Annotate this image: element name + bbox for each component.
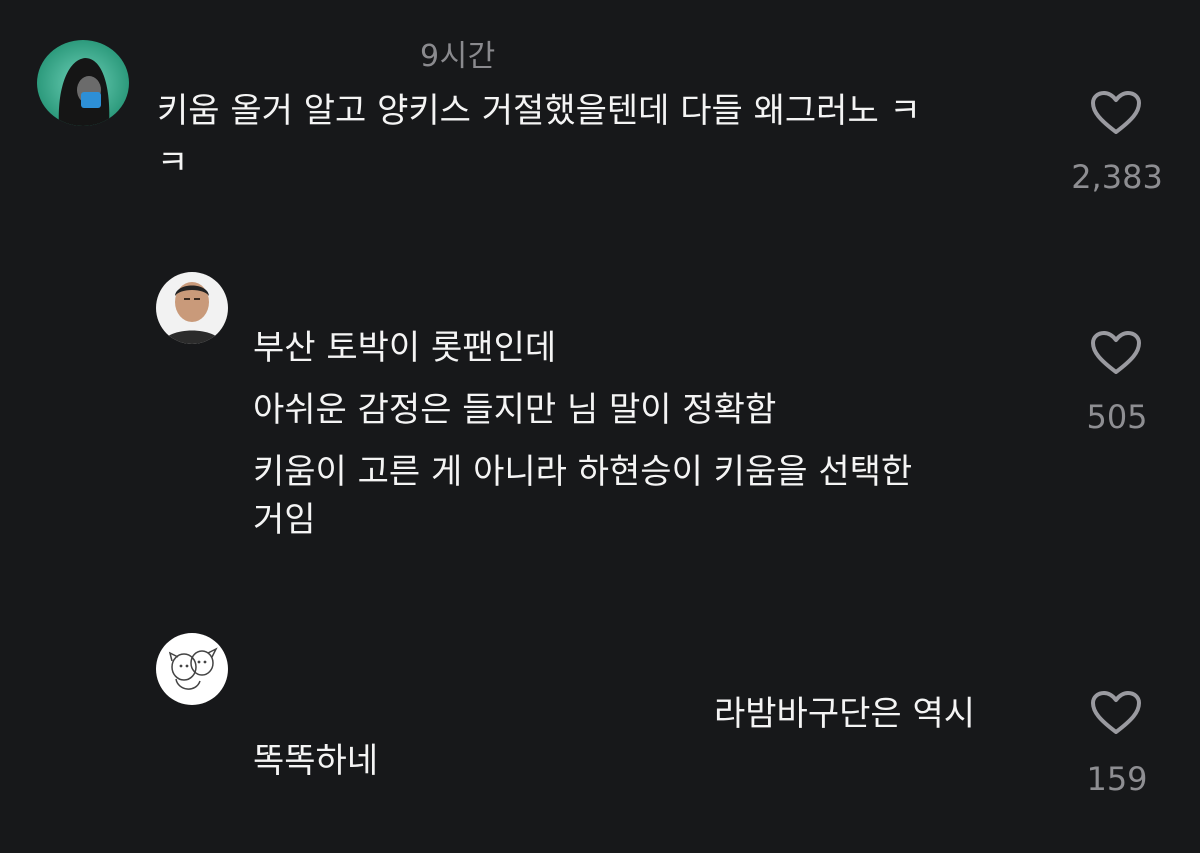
comment-text-line: 아쉬운 감정은 들지만 님 말이 정확함 <box>253 390 777 430</box>
masked-figure-avatar-icon <box>37 40 129 126</box>
drawn-puppies-avatar-icon <box>156 633 228 705</box>
avatar-commenter-2[interactable] <box>156 272 228 344</box>
comment-text-line: ㅋ <box>157 143 189 183</box>
avatar-commenter-1[interactable] <box>37 40 129 126</box>
heart-outline-icon <box>1091 91 1141 134</box>
comment-text-line: 똑똑하네 <box>253 741 379 781</box>
comment-text-line: 부산 토박이 롯팬인데 <box>253 328 557 368</box>
like-button[interactable] <box>1090 90 1142 136</box>
like-count: 2,383 <box>1071 158 1163 196</box>
heart-outline-icon <box>1091 691 1141 734</box>
comment-timestamp: 9시간 <box>420 39 496 74</box>
heart-outline-icon <box>1091 331 1141 374</box>
like-count: 159 <box>1086 760 1148 798</box>
like-button[interactable] <box>1090 690 1142 736</box>
comment-text-line: 키움이 고른 게 아니라 하현승이 키움을 선택한 <box>253 452 913 492</box>
like-count: 505 <box>1086 398 1148 436</box>
man-portrait-avatar-icon <box>156 272 228 344</box>
comment-text-line: 거임 <box>253 500 316 540</box>
comment-text-line: 키움 올거 알고 양키스 거절했을텐데 다들 왜그러노 ㅋ <box>157 91 921 131</box>
avatar-commenter-3[interactable] <box>156 633 228 705</box>
like-button[interactable] <box>1090 330 1142 376</box>
comment-text-line: 라밤바구단은 역시 <box>714 694 976 734</box>
